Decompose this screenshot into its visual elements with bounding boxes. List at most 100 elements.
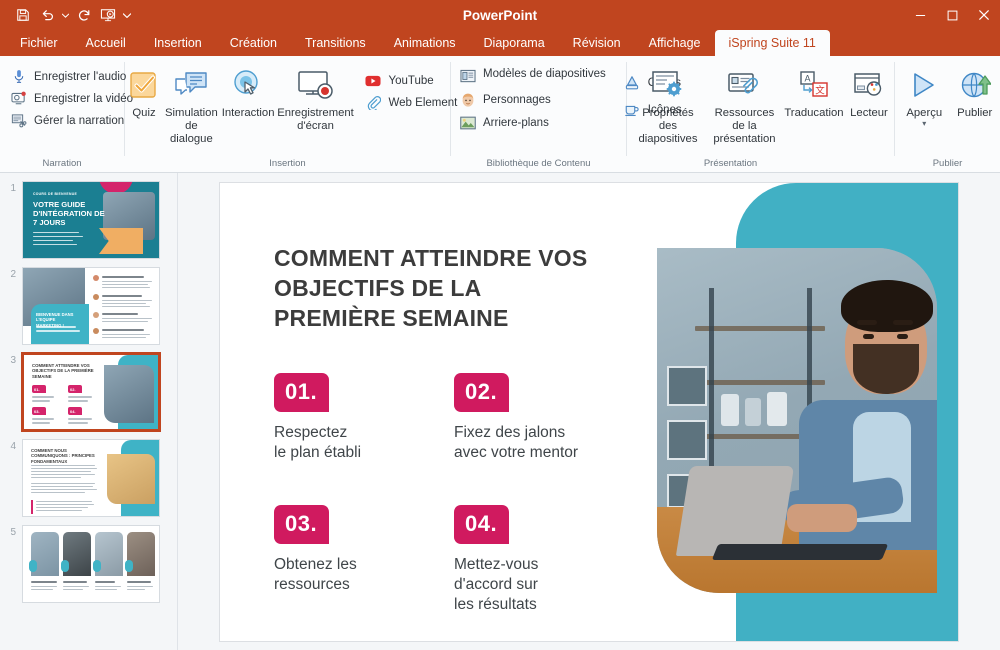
tab-diaporama[interactable]: Diaporama bbox=[470, 30, 559, 56]
tab-accueil[interactable]: Accueil bbox=[72, 30, 140, 56]
translation-button[interactable]: A文 Traducation bbox=[784, 62, 844, 120]
list-item[interactable]: 5 bbox=[0, 517, 177, 603]
translation-label: Traducation bbox=[784, 107, 844, 119]
start-slideshow-icon[interactable] bbox=[97, 4, 119, 26]
screen-record-label: Enregistrement d'écran bbox=[277, 107, 354, 132]
thumbnail-slide-4[interactable]: COMMENT NOUS COMMUNIQUONS : PRINCIPES FO… bbox=[22, 439, 160, 517]
interaction-label: Interaction bbox=[221, 107, 275, 119]
thumbnail-slide-3[interactable]: COMMENT ATTEINDRE VOS OBJECTIFS DE LA PR… bbox=[21, 352, 161, 432]
dialogue-simulation-icon bbox=[173, 65, 209, 105]
presentation-resources-button[interactable]: Ressources de la présentation bbox=[705, 62, 784, 146]
thumbnail-number-2: 2 bbox=[10, 269, 16, 280]
dialogue-simulation-label: Simulation de dialogue bbox=[165, 107, 218, 145]
tab-ispring-suite[interactable]: iSpring Suite 11 bbox=[714, 30, 830, 56]
list-item[interactable]: 3 COMMENT ATTEINDRE VOS OBJECTIFS DE LA … bbox=[0, 345, 177, 432]
tab-transitions[interactable]: Transitions bbox=[291, 30, 380, 56]
thumbnail-number-3: 3 bbox=[10, 355, 16, 366]
customize-qat-icon[interactable] bbox=[121, 4, 132, 26]
characters-icon bbox=[459, 91, 476, 108]
record-audio-button[interactable]: Enregistrer l'audio bbox=[10, 68, 133, 85]
quiz-label: Quiz bbox=[132, 107, 156, 119]
paperclip-web-icon bbox=[365, 94, 382, 111]
screen-record-button[interactable]: Enregistrement d'écran bbox=[277, 62, 355, 133]
player-button[interactable]: Lecteur bbox=[844, 62, 894, 120]
characters-button[interactable]: Personnages bbox=[459, 91, 606, 108]
window-title: PowerPoint bbox=[462, 7, 538, 23]
thumbnail-number-5: 5 bbox=[10, 527, 16, 538]
title-bar: PowerPoint bbox=[0, 0, 1000, 30]
svg-text:A: A bbox=[804, 74, 810, 84]
window-controls bbox=[904, 0, 1000, 30]
ribbon-tabs: Fichier Accueil Insertion Création Trans… bbox=[0, 30, 1000, 56]
slide-item-04[interactable]: 04. Mettez-vous d'accord sur les résulta… bbox=[454, 504, 634, 615]
tab-insertion[interactable]: Insertion bbox=[140, 30, 216, 56]
publish-globe-icon bbox=[959, 65, 991, 105]
tab-creation[interactable]: Création bbox=[216, 30, 291, 56]
ribbon-group-content-library: Modèles de diapositives Personnages Arri… bbox=[451, 56, 682, 172]
tab-revision[interactable]: Révision bbox=[559, 30, 635, 56]
backgrounds-label: Arriere-plans bbox=[483, 116, 549, 129]
dialogue-simulation-button[interactable]: Simulation de dialogue bbox=[163, 62, 220, 146]
translation-icon: A文 bbox=[799, 65, 829, 105]
slide-item-03[interactable]: 03. Obtenez les ressources bbox=[274, 504, 454, 615]
ribbon-group-insertion: Quiz Simulation de dialogue Interaction bbox=[125, 56, 457, 172]
item-badge-03: 03. bbox=[274, 504, 330, 544]
ribbon-group-label-presentation: Présentation bbox=[703, 158, 758, 169]
preview-button[interactable]: Aperçu ▾ bbox=[899, 62, 950, 128]
list-item[interactable]: 4 COMMENT NOUS COMMUNIQUONS : PRINCIPES … bbox=[0, 431, 177, 517]
workspace: 1 COURS DE BIENVENUE VOTRE GUIDE D'INTÉG… bbox=[0, 173, 1000, 650]
publish-button[interactable]: Publier bbox=[950, 62, 1000, 120]
minimize-button[interactable] bbox=[904, 0, 936, 30]
item-text-02: Fixez des jalons avec votre mentor bbox=[454, 423, 579, 461]
slide-item-row: 03. Obtenez les ressources 04. Mettez-vo… bbox=[274, 504, 634, 615]
record-video-button[interactable]: Enregistrer la vidéo bbox=[10, 90, 133, 107]
close-button[interactable] bbox=[968, 0, 1000, 30]
preview-dropdown-icon[interactable]: ▾ bbox=[922, 120, 926, 128]
tab-animations[interactable]: Animations bbox=[380, 30, 470, 56]
undo-dropdown-icon[interactable] bbox=[60, 4, 71, 26]
quiz-button[interactable]: Quiz bbox=[125, 62, 163, 120]
slide-item-01[interactable]: 01. Respectez le plan établi bbox=[274, 372, 454, 463]
maximize-button[interactable] bbox=[936, 0, 968, 30]
slide-thumbnail-panel[interactable]: 1 COURS DE BIENVENUE VOTRE GUIDE D'INTÉG… bbox=[0, 173, 178, 650]
thumbnail-number-1: 1 bbox=[10, 183, 16, 194]
player-icon bbox=[853, 65, 885, 105]
characters-label: Personnages bbox=[483, 93, 551, 106]
slide-properties-button[interactable]: Propriétés des diapositives bbox=[631, 62, 705, 146]
slide-title[interactable]: COMMENT ATTEINDRE VOS OBJECTIFS DE LA PR… bbox=[274, 243, 604, 333]
ribbon-group-publish: Aperçu ▾ Publier Publier bbox=[895, 56, 1000, 172]
interaction-button[interactable]: Interaction bbox=[220, 62, 277, 120]
youtube-button[interactable]: YouTube bbox=[365, 72, 458, 89]
tab-fichier[interactable]: Fichier bbox=[6, 30, 72, 56]
manage-narration-button[interactable]: Gérer la narration bbox=[10, 112, 133, 129]
list-item[interactable]: 1 COURS DE BIENVENUE VOTRE GUIDE D'INTÉG… bbox=[0, 173, 177, 259]
ribbon-group-presentation: Propriétés des diapositives Ressources d… bbox=[627, 56, 894, 172]
web-element-label: Web Element bbox=[388, 96, 458, 109]
backgrounds-icon bbox=[459, 114, 476, 131]
slide-properties-label: Propriétés des diapositives bbox=[638, 107, 698, 145]
publish-label: Publier bbox=[957, 107, 993, 119]
redo-icon[interactable] bbox=[73, 4, 95, 26]
current-slide[interactable]: COMMENT ATTEINDRE VOS OBJECTIFS DE LA PR… bbox=[219, 181, 959, 642]
list-item[interactable]: 2 BIENVENUE DANS L'EQUIPE MARKETING ! bbox=[0, 259, 177, 345]
slide-templates-icon bbox=[459, 68, 476, 85]
item-text-04: Mettez-vous d'accord sur les résultats bbox=[454, 555, 539, 613]
slide-templates-button[interactable]: Modèles de diapositives bbox=[459, 68, 606, 85]
slide-item-02[interactable]: 02. Fixez des jalons avec votre mentor bbox=[454, 372, 634, 463]
microphone-icon bbox=[10, 68, 27, 85]
ribbon-group-label-narration: Narration bbox=[42, 158, 82, 169]
undo-icon[interactable] bbox=[36, 4, 58, 26]
thumbnail-slide-2[interactable]: BIENVENUE DANS L'EQUIPE MARKETING ! bbox=[22, 267, 160, 345]
thumbnail-slide-5[interactable] bbox=[22, 525, 160, 603]
backgrounds-button[interactable]: Arriere-plans bbox=[459, 114, 606, 131]
tab-affichage[interactable]: Affichage bbox=[635, 30, 715, 56]
save-icon[interactable] bbox=[12, 4, 34, 26]
youtube-icon bbox=[365, 72, 382, 89]
slide-item-grid: 01. Respectez le plan établi 02. Fixez d… bbox=[274, 372, 634, 615]
web-element-button[interactable]: Web Element bbox=[365, 94, 458, 111]
item-badge-04: 04. bbox=[454, 504, 510, 544]
slide-photo[interactable] bbox=[657, 247, 937, 593]
thumbnail-slide-1[interactable]: COURS DE BIENVENUE VOTRE GUIDE D'INTÉGRA… bbox=[22, 181, 160, 259]
manage-narration-icon bbox=[10, 112, 27, 129]
slide-editing-area[interactable]: COMMENT ATTEINDRE VOS OBJECTIFS DE LA PR… bbox=[178, 173, 1000, 650]
